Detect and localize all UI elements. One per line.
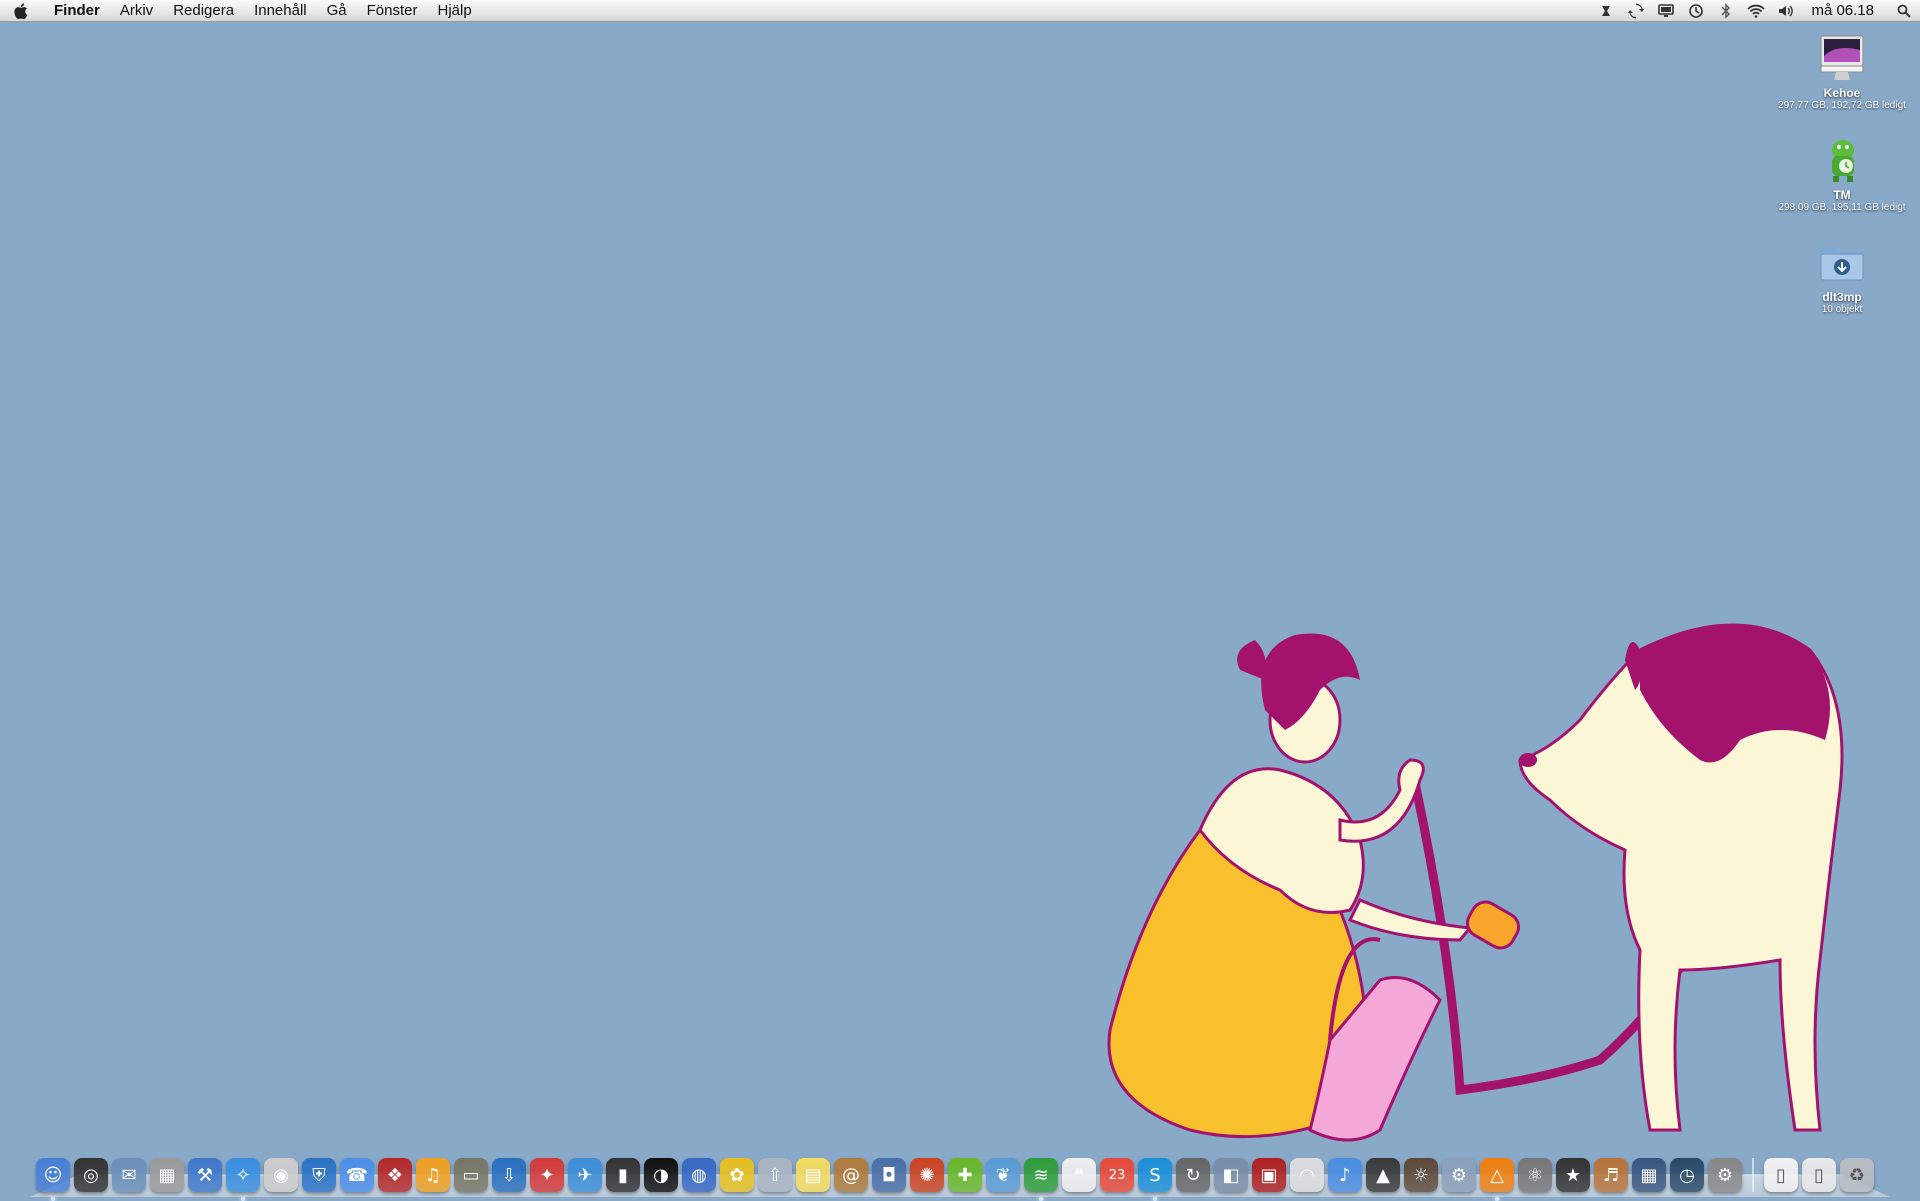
downloads-stack-icon[interactable]: ▯ (1802, 1158, 1836, 1192)
document-stack-icon[interactable]: ▯ (1764, 1158, 1798, 1192)
menu-hjalp[interactable]: Hjälp (427, 0, 481, 22)
wallpaper-illustration (1107, 623, 1844, 1142)
dock-separator (1752, 1158, 1754, 1192)
firefox-icon[interactable]: ◍ (682, 1158, 716, 1192)
ical-icon[interactable]: 23 (1100, 1158, 1134, 1192)
desktop-icon-label: dlt3mp (1822, 290, 1862, 304)
dashboard-icon[interactable]: ◎ (74, 1158, 108, 1192)
volume-icon[interactable] (1771, 0, 1801, 22)
activity-monitor-icon[interactable]: ▲ (1366, 1158, 1400, 1192)
transmit-icon[interactable]: ⇩ (492, 1158, 526, 1192)
audacity-icon[interactable]: ♫ (416, 1158, 450, 1192)
sync-icon[interactable]: ↻ (1176, 1158, 1210, 1192)
automator-icon[interactable]: ⚛ (1518, 1158, 1552, 1192)
ipod-icon[interactable]: ◘ (872, 1158, 906, 1192)
menu-app-name[interactable]: Finder (44, 0, 110, 22)
utilities-icon[interactable]: ⚙ (1442, 1158, 1476, 1192)
preview-icon[interactable]: ◧ (1214, 1158, 1248, 1192)
menu-fonster[interactable]: Fönster (357, 0, 428, 22)
dock: ☺ ◎ ✉ ▦ ⚒ ✧ ◉ ⛨ ☎ ❖ ♫ ▭ ⇩ ✦ ✈ ▮ ◑ ◍ ✿ ⇧ ▤ @ ◘ ✺ ✚ ❦ ≋ ❝ 23 S ↻ ◧ ▣ ◠ ♪ ▲ ☼ ⚙ △… (36, 1148, 1874, 1201)
time-machine-icon[interactable]: ◷ (1670, 1158, 1704, 1192)
imovie-icon[interactable]: ★ (1556, 1158, 1590, 1192)
green-app-icon[interactable]: ✚ (948, 1158, 982, 1192)
desktop-icon-info: 298,09 GB, 195,11 GB ledigt (1778, 202, 1906, 213)
mail-icon[interactable]: ✉ (112, 1158, 146, 1192)
spaces-icon[interactable]: ▦ (1632, 1158, 1666, 1192)
apple-menu-icon[interactable] (0, 2, 44, 20)
finder-icon[interactable]: ☺ (36, 1158, 70, 1201)
stickies-icon[interactable]: ▤ (796, 1158, 830, 1192)
red-app-icon[interactable]: ✦ (530, 1158, 564, 1192)
shield-icon[interactable]: ⛨ (302, 1158, 336, 1192)
time-machine-icon[interactable] (1681, 0, 1711, 22)
dvd-player-icon[interactable]: ◉ (264, 1158, 298, 1192)
xcode-icon[interactable]: ⚒ (188, 1158, 222, 1192)
itunes-icon[interactable]: ♪ (1328, 1158, 1362, 1192)
menu-extras: må 06.18 (1591, 0, 1920, 22)
cyberduck-icon[interactable]: ✿ (720, 1158, 754, 1192)
desktop-icon-label: Kehoe (1823, 86, 1861, 100)
time-machine-drive-icon (1816, 134, 1868, 186)
menu-clock[interactable]: må 06.18 (1801, 0, 1888, 22)
menu-redigera[interactable]: Redigera (163, 0, 244, 22)
menu-bar: Finder Arkiv Redigera Innehåll Gå Fönste… (0, 0, 1920, 22)
hairdryer-icon[interactable]: ✺ (910, 1158, 944, 1192)
speech-bubble-icon[interactable]: ❝ (1062, 1158, 1096, 1192)
twitter-icon[interactable]: ✈ (568, 1158, 602, 1192)
airport-icon[interactable]: ◠ (1290, 1158, 1324, 1192)
iphoto-icon[interactable]: ☼ (1404, 1158, 1438, 1192)
desktop-icon-info: 10 objekt (1821, 304, 1863, 315)
desktop-icon-label: TM (1833, 188, 1851, 202)
film-icon[interactable]: ▮ (606, 1158, 640, 1192)
sync-icon[interactable] (1621, 0, 1651, 22)
flickr-uploader-icon[interactable]: ⇧ (758, 1158, 792, 1192)
drive-icon[interactable]: ▭ (454, 1158, 488, 1192)
photo-booth-icon[interactable]: ▣ (1252, 1158, 1286, 1192)
ichat-icon[interactable]: ☎ (340, 1158, 374, 1192)
transmit-icon[interactable] (1591, 0, 1621, 22)
menu-left: Finder Arkiv Redigera Innehåll Gå Fönste… (0, 0, 482, 22)
desktop-icon-info: 297,77 GB, 192,72 GB ledigt (1778, 100, 1906, 111)
desktop-icon-kehoe[interactable]: Kehoe 297,77 GB, 192,72 GB ledigt (1772, 32, 1912, 112)
desktop-icon-tm[interactable]: TM 298,09 GB, 195,11 GB ledigt (1772, 134, 1912, 214)
imac-drive-icon (1816, 32, 1868, 84)
vlc-icon[interactable]: △ (1480, 1158, 1514, 1201)
skype-icon[interactable]: S (1138, 1158, 1172, 1201)
fish-icon[interactable]: ❦ (986, 1158, 1020, 1192)
trash-icon[interactable]: ♻ (1840, 1158, 1874, 1192)
wifi-icon[interactable] (1741, 0, 1771, 22)
menu-innehall[interactable]: Innehåll (244, 0, 317, 22)
bluetooth-icon[interactable] (1711, 0, 1741, 22)
spotify-icon[interactable]: ≋ (1024, 1158, 1058, 1201)
downloads-folder-icon (1816, 236, 1868, 288)
display-icon[interactable] (1651, 0, 1681, 22)
growl-icon[interactable]: ❖ (378, 1158, 412, 1192)
menu-ga[interactable]: Gå (317, 0, 357, 22)
spotlight-search-icon[interactable] (1888, 0, 1920, 22)
address-book-icon[interactable]: @ (834, 1158, 868, 1192)
calculator-icon[interactable]: ▦ (150, 1158, 184, 1192)
system-preferences-icon[interactable]: ⚙ (1708, 1158, 1742, 1192)
garageband-icon[interactable]: ♬ (1594, 1158, 1628, 1192)
desktop-icon-dlt3mp[interactable]: dlt3mp 10 objekt (1772, 236, 1912, 316)
safari-icon[interactable]: ✧ (226, 1158, 260, 1201)
menu-arkiv[interactable]: Arkiv (110, 0, 163, 22)
live-icon[interactable]: ◑ (644, 1158, 678, 1192)
